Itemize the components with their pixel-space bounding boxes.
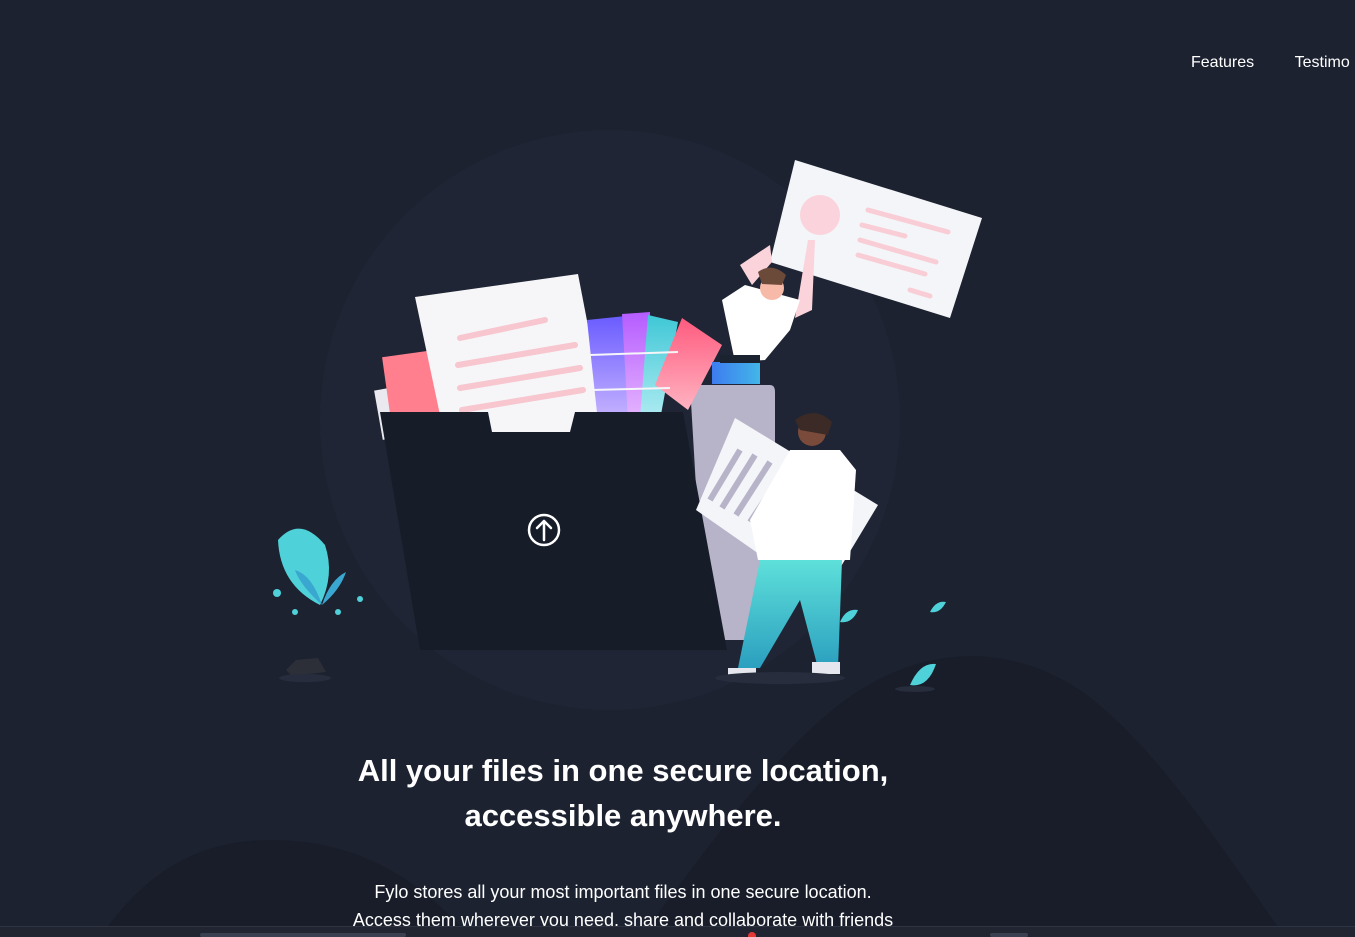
top-nav: Features Testimo [1191,52,1355,76]
hero-headline: All your files in one secure location, a… [300,748,946,838]
taskbar-item[interactable] [200,933,406,937]
nav-item-features[interactable]: Features [1191,52,1254,74]
leaf [930,601,946,613]
leaf [840,609,858,623]
description-line-1: Fylo stores all your most important file… [374,882,872,902]
person-holding-card [712,160,982,384]
bottom-taskbar [0,926,1355,937]
hero-illustration [273,160,982,692]
headline-line-1: All your files in one secure location, [357,753,889,788]
taskbar-item[interactable] [990,933,1028,937]
folder-front [380,412,727,650]
rock [286,658,326,676]
plant-decoration [273,528,363,615]
notification-dot [748,932,756,937]
landing-page: Features Testimo All your files in one s… [0,0,1355,937]
nav-item-testimonials[interactable]: Testimo [1295,52,1350,74]
headline-line-2: accessible anywhere. [464,798,782,833]
leaf [910,663,936,686]
